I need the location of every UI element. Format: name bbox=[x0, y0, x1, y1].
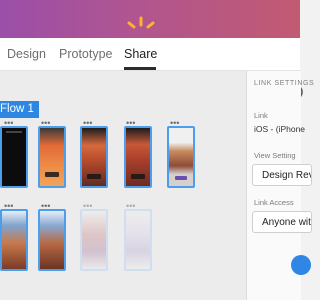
link-access-dropdown[interactable]: Anyone with bbox=[252, 211, 312, 233]
view-setting-value: Design Review bbox=[262, 170, 312, 181]
tab-design[interactable]: Design bbox=[7, 47, 46, 61]
link-value[interactable]: iOS - (iPhone bbox=[254, 124, 305, 134]
artboard-thumbnail[interactable] bbox=[38, 126, 66, 188]
artboard-thumbnail[interactable] bbox=[124, 209, 152, 271]
artboard-thumbnail[interactable] bbox=[167, 126, 195, 188]
artboard-thumbnail[interactable] bbox=[80, 126, 108, 188]
artboard-thumbnail[interactable] bbox=[0, 209, 28, 271]
flow-label-text: Flow 1 bbox=[0, 103, 34, 115]
panel-title: LINK SETTINGS bbox=[254, 80, 315, 87]
link-access-label: Link Access bbox=[254, 198, 294, 207]
link-access-value: Anyone with bbox=[262, 217, 312, 228]
create-link-button[interactable] bbox=[291, 255, 311, 275]
tab-share[interactable]: Share bbox=[124, 47, 157, 61]
active-tab-indicator bbox=[124, 67, 156, 70]
artboard-thumbnail[interactable] bbox=[124, 126, 152, 188]
artboard-thumbnail[interactable] bbox=[0, 126, 28, 188]
view-setting-label: View Setting bbox=[254, 151, 296, 160]
title-bar bbox=[0, 0, 300, 38]
artboard-thumbnail[interactable] bbox=[38, 209, 66, 271]
view-setting-dropdown[interactable]: Design Review bbox=[252, 164, 312, 186]
artboard-thumbnail[interactable] bbox=[80, 209, 108, 271]
tab-prototype[interactable]: Prototype bbox=[59, 47, 113, 61]
flow-label[interactable]: Flow 1 bbox=[0, 101, 39, 118]
spark-icon bbox=[127, 16, 155, 29]
link-label: Link bbox=[254, 111, 268, 120]
